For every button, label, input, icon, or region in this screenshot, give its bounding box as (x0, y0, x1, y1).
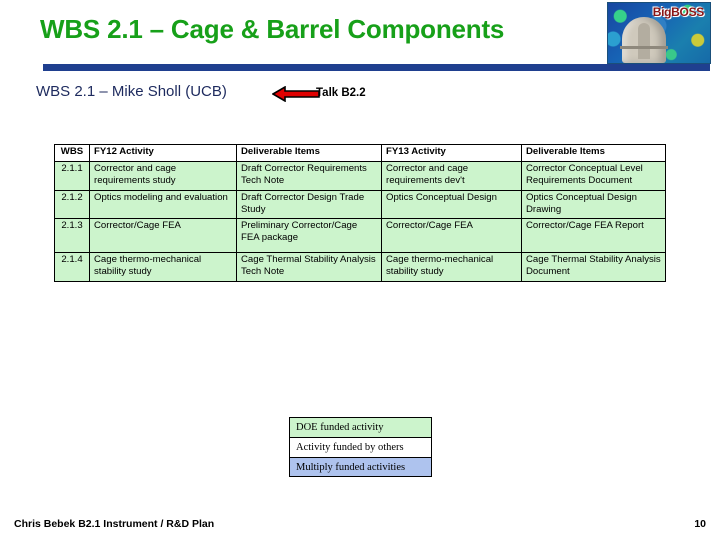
cell-deliverable-1: Draft Corrector Requirements Tech Note (236, 161, 382, 191)
legend-item-multiply-funded: Multiply funded activities (289, 457, 432, 477)
table-row: 2.1.1 Corrector and cage requirements st… (54, 161, 666, 191)
cell-wbs: 2.1.4 (54, 252, 90, 282)
column-header-wbs: WBS (54, 144, 90, 162)
logo-label: BigBOSS (652, 5, 705, 19)
column-header-deliverable-2: Deliverable Items (521, 144, 666, 162)
table-row: 2.1.2 Optics modeling and evaluation Dra… (54, 189, 666, 220)
funding-legend: DOE funded activity Activity funded by o… (289, 417, 432, 477)
left-arrow-icon (272, 86, 320, 102)
table-row: 2.1.4 Cage thermo-mechanical stability s… (54, 252, 666, 282)
dome-band-icon (620, 46, 668, 49)
cell-deliverable-1: Cage Thermal Stability Analysis Tech Not… (236, 252, 382, 282)
table-row: 2.1.3 Corrector/Cage FEA Preliminary Cor… (54, 218, 666, 254)
cell-deliverable-2: Corrector/Cage FEA Report (521, 218, 666, 254)
table-header-row: WBS FY12 Activity Deliverable Items FY13… (54, 144, 666, 162)
cell-fy13-activity: Optics Conceptual Design (381, 189, 522, 220)
dome-slit-icon (638, 23, 650, 59)
cell-wbs: 2.1.1 (54, 161, 90, 191)
column-header-fy12-activity: FY12 Activity (89, 144, 237, 162)
column-header-fy13-activity: FY13 Activity (381, 144, 522, 162)
legend-item-doe-funded: DOE funded activity (289, 417, 432, 437)
cell-deliverable-1: Draft Corrector Design Trade Study (236, 189, 382, 220)
subtitle: WBS 2.1 – Mike Sholl (UCB) (36, 83, 227, 100)
cell-fy13-activity: Corrector/Cage FEA (381, 218, 522, 254)
cell-fy12-activity: Corrector/Cage FEA (89, 218, 237, 254)
cell-fy12-activity: Optics modeling and evaluation (89, 189, 237, 220)
cell-deliverable-2: Corrector Conceptual Level Requirements … (521, 161, 666, 191)
wbs-deliverables-table: WBS FY12 Activity Deliverable Items FY13… (54, 144, 666, 282)
cell-wbs: 2.1.2 (54, 189, 90, 220)
cell-fy13-activity: Cage thermo-mechanical stability study (381, 252, 522, 282)
footer-text: Chris Bebek B2.1 Instrument / R&D Plan (14, 518, 215, 530)
cell-deliverable-2: Optics Conceptual Design Drawing (521, 189, 666, 220)
title-divider (43, 64, 710, 71)
cell-deliverable-1: Preliminary Corrector/Cage FEA package (236, 218, 382, 254)
column-header-deliverable-1: Deliverable Items (236, 144, 382, 162)
bigboss-logo: BigBOSS (607, 2, 711, 64)
talk-reference-label: Talk B2.2 (316, 87, 366, 99)
legend-item-funded-by-others: Activity funded by others (289, 437, 432, 457)
cell-fy12-activity: Cage thermo-mechanical stability study (89, 252, 237, 282)
cell-wbs: 2.1.3 (54, 218, 90, 254)
cell-deliverable-2: Cage Thermal Stability Analysis Document (521, 252, 666, 282)
page-title: WBS 2.1 – Cage & Barrel Components (40, 14, 505, 44)
cell-fy12-activity: Corrector and cage requirements study (89, 161, 237, 191)
page-number: 10 (694, 518, 706, 530)
cell-fy13-activity: Corrector and cage requirements dev't (381, 161, 522, 191)
